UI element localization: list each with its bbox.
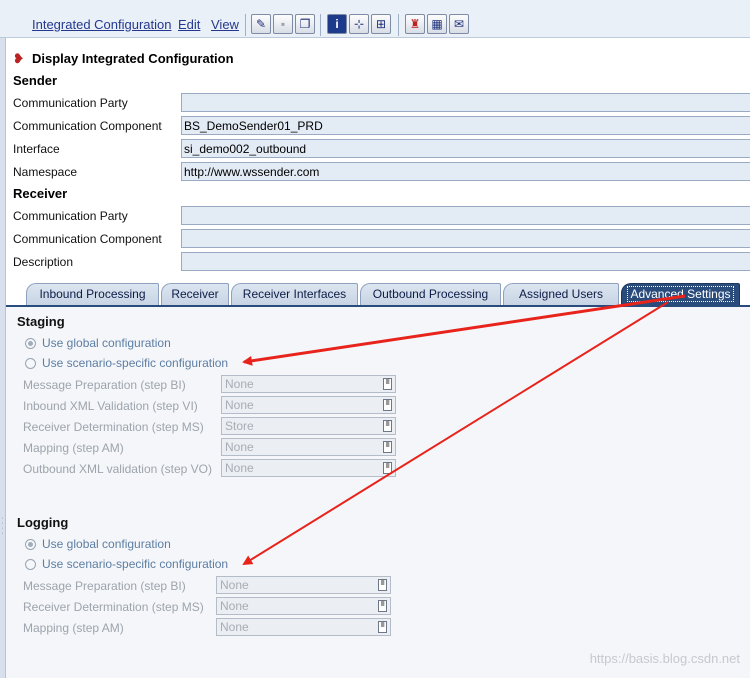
hierarchy-icon[interactable]: ⊹ (349, 14, 369, 34)
tab-label: Receiver (171, 287, 219, 301)
tab-label: Assigned Users (518, 287, 604, 301)
dropdown-list-icon[interactable]: ≡ ≡ (383, 462, 392, 474)
sender-party-label: Communication Party (13, 96, 128, 110)
select-value: None (220, 578, 249, 592)
tab-label: Advanced Settings (627, 286, 734, 302)
toolbar-separator (398, 14, 399, 36)
staging-specific-label[interactable]: Use scenario-specific configuration (42, 356, 228, 370)
dropdown-list-icon[interactable]: ≡ ≡ (378, 600, 387, 612)
splitter-grip-icon[interactable]: · · · · (0, 515, 5, 537)
sender-namespace-field[interactable]: http://www.wssender.com (181, 162, 750, 181)
staging-vo-select[interactable]: None ≡ ≡ (221, 459, 396, 477)
staging-am-label: Mapping (step AM) (23, 441, 124, 455)
table-icon[interactable]: ▦ (427, 14, 447, 34)
receiver-party-field[interactable] (181, 206, 750, 225)
receiver-heading: Receiver (13, 186, 68, 201)
toolbar: Integrated Configuration Edit View ✎ ▪ ❐… (0, 0, 750, 38)
receiver-party-label: Communication Party (13, 209, 128, 223)
logging-global-label[interactable]: Use global configuration (42, 537, 171, 551)
toolbar-separator (245, 14, 246, 36)
toolbar-separator (320, 14, 321, 36)
staging-global-radio[interactable] (25, 338, 36, 349)
logging-global-radio[interactable] (25, 539, 36, 550)
staging-ms-select[interactable]: Store ≡ ≡ (221, 417, 396, 435)
logging-bi-select[interactable]: None ≡ ≡ (216, 576, 391, 594)
logging-am-label: Mapping (step AM) (23, 621, 124, 635)
tab-advanced-settings[interactable]: Advanced Settings (621, 283, 740, 306)
copy-icon[interactable]: ❐ (295, 14, 315, 34)
sender-component-label: Communication Component (13, 119, 162, 133)
dropdown-list-icon[interactable]: ≡ ≡ (383, 441, 392, 453)
info-icon[interactable]: i (327, 14, 347, 34)
tab-outbound-processing[interactable]: Outbound Processing (360, 283, 501, 306)
dropdown-list-icon[interactable]: ≡ ≡ (378, 579, 387, 591)
staging-vo-label: Outbound XML validation (step VO) (23, 462, 212, 476)
staging-vi-label: Inbound XML Validation (step VI) (23, 399, 198, 413)
select-value: None (225, 377, 254, 391)
select-value: None (225, 398, 254, 412)
logging-bi-label: Message Preparation (step BI) (23, 579, 186, 593)
receiver-component-field[interactable] (181, 229, 750, 248)
dropdown-list-icon[interactable]: ≡ ≡ (383, 399, 392, 411)
staging-vi-select[interactable]: None ≡ ≡ (221, 396, 396, 414)
tab-receiver-interfaces[interactable]: Receiver Interfaces (231, 283, 358, 306)
scroll-icon[interactable]: ✉ (449, 14, 469, 34)
sender-interface-field[interactable]: si_demo002_outbound (181, 139, 750, 158)
sender-interface-label: Interface (13, 142, 60, 156)
logging-specific-label[interactable]: Use scenario-specific configuration (42, 557, 228, 571)
watermark: https://basis.blog.csdn.net (589, 651, 740, 666)
dropdown-list-icon[interactable]: ≡ ≡ (383, 420, 392, 432)
dropdown-list-icon[interactable]: ≡ ≡ (383, 378, 392, 390)
staging-bi-select[interactable]: None ≡ ≡ (221, 375, 396, 393)
select-value: None (225, 440, 254, 454)
stamp-icon[interactable]: ♜ (405, 14, 425, 34)
save-icon[interactable]: ▪ (273, 14, 293, 34)
logging-ms-select[interactable]: None ≡ ≡ (216, 597, 391, 615)
select-value: None (225, 461, 254, 475)
sender-namespace-label: Namespace (13, 165, 78, 179)
dropdown-list-icon[interactable]: ≡ ≡ (378, 621, 387, 633)
logging-am-select[interactable]: None ≡ ≡ (216, 618, 391, 636)
receiver-description-label: Description (13, 255, 74, 269)
tab-receiver[interactable]: Receiver (161, 283, 229, 306)
logging-heading: Logging (17, 515, 69, 530)
staging-ms-label: Receiver Determination (step MS) (23, 420, 204, 434)
staging-bi-label: Message Preparation (step BI) (23, 378, 186, 392)
tab-label: Outbound Processing (372, 287, 489, 301)
sender-heading: Sender (13, 73, 58, 88)
display-glasses-icon: ❥ (13, 51, 24, 66)
edit-pencil-icon[interactable]: ✎ (251, 14, 271, 34)
staging-specific-radio[interactable] (25, 358, 36, 369)
staging-am-select[interactable]: None ≡ ≡ (221, 438, 396, 456)
select-value: Store (225, 419, 254, 433)
select-value: None (220, 599, 249, 613)
staging-global-label[interactable]: Use global configuration (42, 336, 171, 350)
page-title: Display Integrated Configuration (32, 51, 234, 66)
where-used-icon[interactable]: ⊞ (371, 14, 391, 34)
menu-edit[interactable]: Edit (178, 17, 200, 32)
tab-inbound-processing[interactable]: Inbound Processing (26, 283, 159, 306)
tab-label: Receiver Interfaces (242, 287, 347, 301)
sender-party-field[interactable] (181, 93, 750, 112)
receiver-component-label: Communication Component (13, 232, 162, 246)
tab-assigned-users[interactable]: Assigned Users (503, 283, 619, 306)
menu-view[interactable]: View (211, 17, 239, 32)
logging-ms-label: Receiver Determination (step MS) (23, 600, 204, 614)
logging-specific-radio[interactable] (25, 559, 36, 570)
staging-heading: Staging (17, 314, 65, 329)
tab-label: Inbound Processing (39, 287, 146, 301)
receiver-description-field[interactable] (181, 252, 750, 271)
select-value: None (220, 620, 249, 634)
menu-integrated-configuration[interactable]: Integrated Configuration (32, 17, 171, 32)
sender-component-field[interactable]: BS_DemoSender01_PRD (181, 116, 750, 135)
